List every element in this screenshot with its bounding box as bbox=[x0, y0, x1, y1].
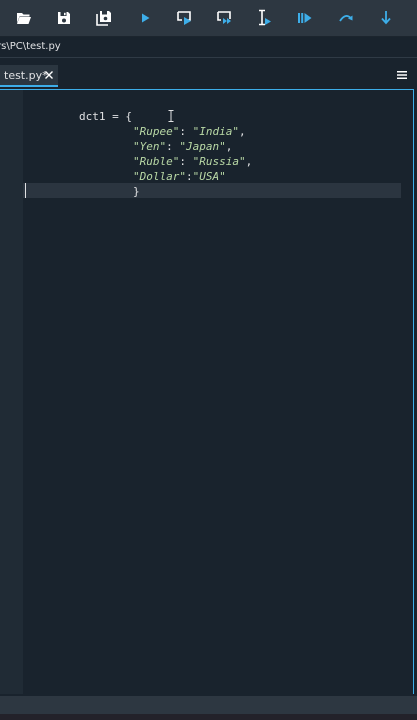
dict-comma: , bbox=[245, 155, 253, 168]
code-line-2: "Rupee": "India", bbox=[80, 109, 246, 138]
editor-tab-bar: test.py* bbox=[0, 64, 417, 88]
step-over-button[interactable] bbox=[333, 6, 359, 30]
dict-comma: , bbox=[238, 125, 246, 138]
run-selection-icon bbox=[259, 9, 271, 26]
tab-test-py[interactable]: test.py* bbox=[0, 65, 58, 87]
debug-icon bbox=[298, 13, 312, 23]
line-number-gutter bbox=[0, 90, 23, 694]
save-icon bbox=[58, 12, 70, 24]
close-icon[interactable] bbox=[43, 69, 55, 81]
status-bar bbox=[0, 696, 417, 714]
save-all-icon bbox=[96, 11, 111, 26]
run-icon bbox=[142, 13, 150, 23]
code-editor[interactable]: dct1 = { "Rupee": "India", "Yen": "Japan… bbox=[0, 89, 414, 694]
save-file-button[interactable] bbox=[51, 6, 77, 30]
file-path-text: rs\PC\test.py bbox=[0, 41, 61, 52]
debug-file-button[interactable] bbox=[292, 6, 318, 30]
run-cell-button[interactable] bbox=[172, 6, 198, 30]
options-menu-icon[interactable] bbox=[396, 69, 408, 81]
run-selection-button[interactable] bbox=[252, 6, 278, 30]
spyder-window: rs\PC\test.py test.py* dct1 = { "Rupee":… bbox=[0, 0, 417, 720]
code-text-area[interactable]: dct1 = { "Rupee": "India", "Yen": "Japan… bbox=[23, 90, 413, 694]
code-line-5: "Dollar":"USA" bbox=[80, 154, 226, 183]
code-line-6: } bbox=[80, 169, 140, 198]
step-into-button[interactable] bbox=[373, 6, 399, 30]
step-into-icon bbox=[381, 11, 391, 25]
dict-separator: : bbox=[185, 170, 193, 183]
dict-value: "USA" bbox=[192, 170, 226, 183]
save-all-button[interactable] bbox=[91, 6, 117, 30]
run-cell-advance-icon bbox=[217, 11, 231, 24]
tab-label: test.py* bbox=[4, 68, 48, 82]
code-line-3: "Yen": "Japan", bbox=[80, 124, 232, 153]
code-line-1: dct1 = { bbox=[26, 94, 132, 123]
folder-open-icon bbox=[17, 13, 31, 24]
mouse-ibeam-icon bbox=[168, 110, 174, 122]
run-file-button[interactable] bbox=[132, 6, 158, 30]
code-line-4: "Ruble": "Russia", bbox=[80, 139, 252, 168]
text-cursor bbox=[25, 183, 26, 198]
file-path-bar: rs\PC\test.py bbox=[0, 37, 417, 58]
run-cell-advance-button[interactable] bbox=[212, 6, 238, 30]
open-file-button[interactable] bbox=[11, 6, 37, 30]
run-cell-icon bbox=[177, 11, 191, 25]
step-over-icon bbox=[339, 15, 353, 22]
window-bottom-edge bbox=[0, 714, 417, 720]
dict-key: "Dollar" bbox=[132, 170, 186, 183]
code-token: } bbox=[132, 185, 140, 198]
main-toolbar bbox=[0, 0, 417, 37]
